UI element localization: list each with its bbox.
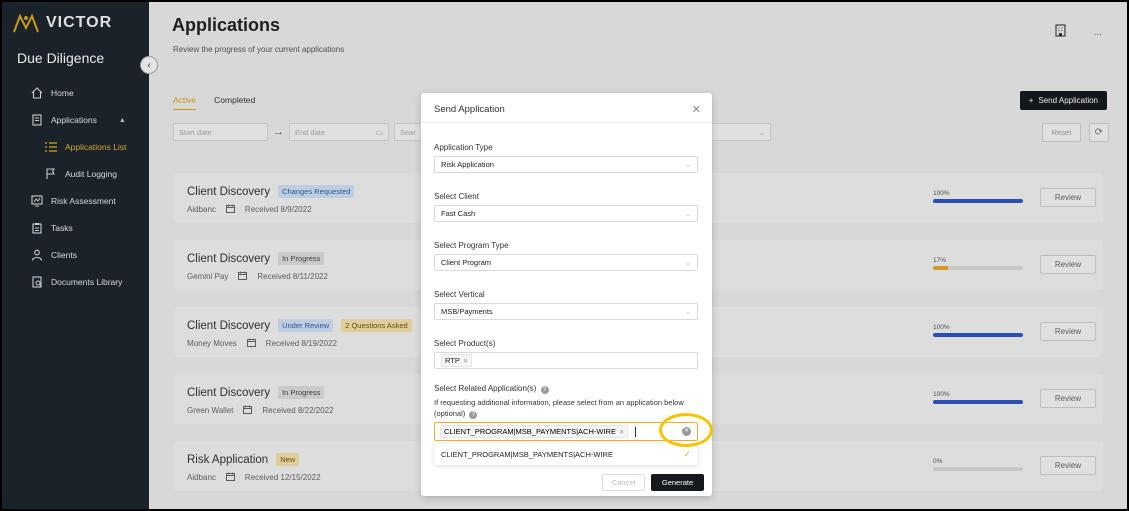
related-application-tag-label: CLIENT_PROGRAM|MSB_PAYMENTS|ACH-WIRE	[444, 427, 616, 436]
application-type-label: Application Type	[434, 143, 493, 152]
related-applications-label: Select Related Application(s) ?	[434, 384, 549, 394]
help-icon[interactable]: ?	[540, 386, 549, 394]
generate-button[interactable]: Generate	[651, 474, 704, 491]
related-applications-dropdown-option[interactable]: CLIENT_PROGRAM|MSB_PAYMENTS|ACH-WIRE ✓	[434, 443, 698, 465]
related-applications-description: If requesting additional information, pl…	[434, 397, 702, 419]
help-icon[interactable]: ?	[469, 411, 478, 419]
chevron-down-icon: ⌄	[685, 308, 691, 316]
chevron-down-icon: ⌄	[685, 210, 691, 218]
related-application-tag: CLIENT_PROGRAM|MSB_PAYMENTS|ACH-WIRE ✕	[440, 425, 629, 438]
chevron-down-icon: ⌄	[685, 259, 691, 267]
program-type-value: Client Program	[441, 258, 492, 267]
dropdown-option-label: CLIENT_PROGRAM|MSB_PAYMENTS|ACH-WIRE	[441, 449, 613, 459]
remove-tag-icon[interactable]: ✕	[619, 428, 624, 436]
vertical-select[interactable]: MSB/Payments ⌄	[434, 303, 698, 320]
modal-header: Send Application ✕	[421, 93, 712, 123]
chevron-down-icon: ⌄	[685, 161, 691, 169]
text-cursor	[635, 426, 637, 437]
application-type-value: Risk Application	[441, 160, 494, 169]
products-label: Select Product(s)	[434, 339, 496, 348]
checkmark-icon: ✓	[683, 448, 691, 459]
modal-title: Send Application	[434, 104, 505, 115]
app-frame: VICTOR Due Diligence ‹ Home Applications…	[2, 2, 1127, 509]
application-type-select[interactable]: Risk Application ⌄	[434, 156, 698, 173]
remove-tag-icon[interactable]: ✕	[463, 357, 468, 365]
product-tag: RTP ✕	[441, 354, 473, 367]
close-icon[interactable]: ✕	[692, 103, 701, 116]
program-type-label: Select Program Type	[434, 241, 509, 250]
vertical-label: Select Vertical	[434, 290, 485, 299]
select-client-label: Select Client	[434, 192, 479, 201]
select-client-value: Fast Cash	[441, 209, 476, 218]
vertical-value: MSB/Payments	[441, 307, 493, 316]
product-tag-label: RTP	[445, 356, 460, 365]
products-multiselect[interactable]: RTP ✕	[434, 352, 698, 369]
program-type-select[interactable]: Client Program ⌄	[434, 254, 698, 271]
annotation-highlight-ring	[659, 413, 713, 447]
related-applications-label-text: Select Related Application(s)	[434, 384, 537, 393]
select-client-select[interactable]: Fast Cash ⌄	[434, 205, 698, 222]
collapse-sidebar-button[interactable]: ‹	[140, 56, 158, 74]
chevron-left-icon: ‹	[147, 59, 151, 71]
modal-footer: Cancel Generate	[602, 474, 704, 491]
cancel-button[interactable]: Cancel	[602, 474, 645, 491]
